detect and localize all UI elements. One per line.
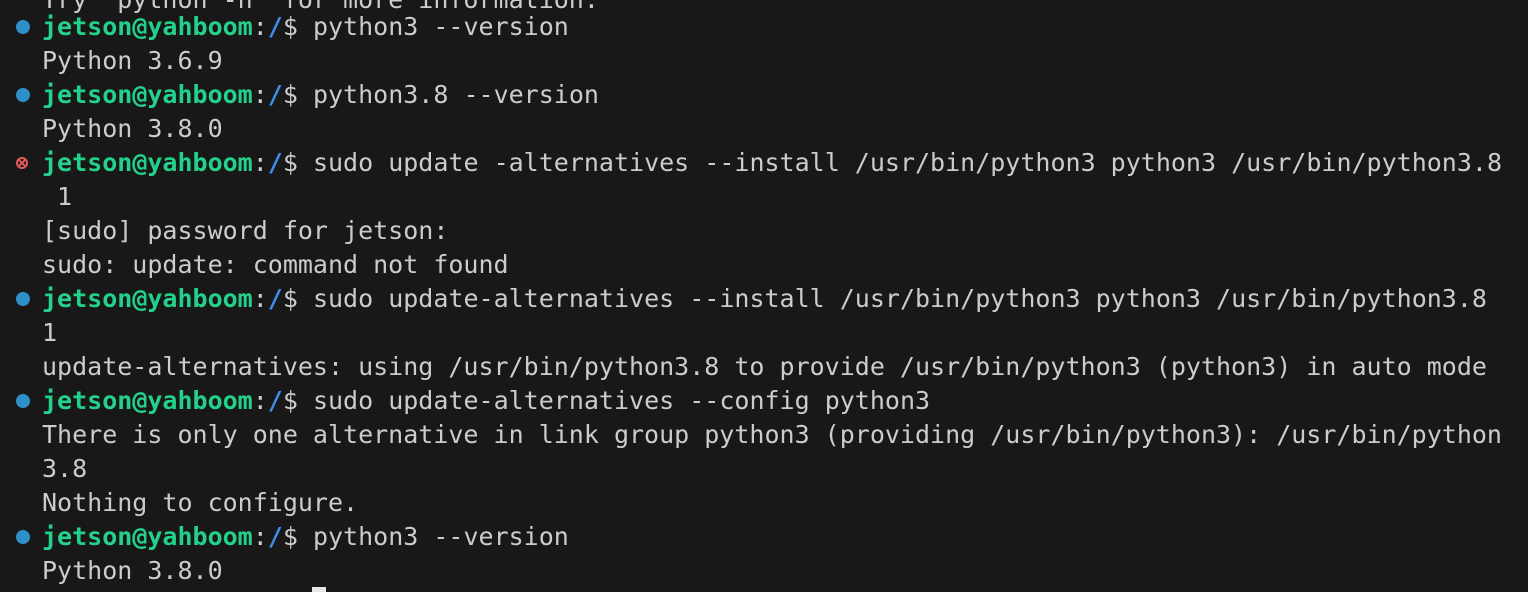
command-text: sudo update-alternatives --install /usr/… xyxy=(312,284,1487,313)
command-text: sudo update-alternatives --config python… xyxy=(312,386,931,415)
output-line: Python 3.8.0 xyxy=(42,556,223,585)
circle-filled-icon[interactable] xyxy=(16,292,30,306)
output-line: There is only one alternative in link gr… xyxy=(42,420,1502,449)
command-continuation: 1 xyxy=(42,318,58,347)
output-line: [sudo] password for jetson: xyxy=(42,216,449,245)
output-line: update-alternatives: using /usr/bin/pyth… xyxy=(42,352,1487,381)
output-line: Python 3.8.0 xyxy=(42,114,223,143)
circle-filled-icon[interactable] xyxy=(16,530,30,544)
command-line: jetson@yahboom:/$ python3.8 --version xyxy=(42,78,599,112)
command-text: sudo update -alternatives --install /usr… xyxy=(312,148,1503,177)
circle-filled-icon[interactable] xyxy=(16,20,30,34)
prompt-user-host: jetson@yahboom xyxy=(42,284,253,313)
prompt-separator: : xyxy=(252,148,268,177)
prompt-separator: : xyxy=(252,386,268,415)
circle-filled-icon[interactable] xyxy=(16,88,30,102)
prompt-path: / xyxy=(267,12,283,41)
prompt-user-host: jetson@yahboom xyxy=(42,522,253,551)
prompt-user-host: jetson@yahboom xyxy=(42,80,253,109)
prompt-user-host: jetson@yahboom xyxy=(42,148,253,177)
command-text: python3 --version xyxy=(312,522,569,551)
command-text: python3.8 --version xyxy=(312,80,599,109)
command-text: python3 --version xyxy=(312,12,569,41)
output-line: 3.8 xyxy=(42,454,88,483)
prompt-path: / xyxy=(267,148,283,177)
command-continuation: 1 xyxy=(42,182,73,211)
output-line: Nothing to configure. xyxy=(42,488,359,517)
prompt-path: / xyxy=(267,522,283,551)
prompt-path: / xyxy=(267,80,283,109)
prompt-symbol: $ xyxy=(282,12,313,41)
circle-filled-icon[interactable] xyxy=(16,394,30,408)
command-line: jetson@yahboom:/$ sudo update-alternativ… xyxy=(42,282,1487,316)
prompt-separator: : xyxy=(252,284,268,313)
prompt-symbol: $ xyxy=(282,522,313,551)
terminal-panel[interactable]: Try `python -h' for more information. je… xyxy=(0,0,1528,592)
prompt-symbol: $ xyxy=(282,80,313,109)
command-line: jetson@yahboom:/$ sudo update -alternati… xyxy=(42,146,1502,180)
prompt-user-host: jetson@yahboom xyxy=(42,386,253,415)
output-line: Python 3.6.9 xyxy=(42,46,223,75)
prompt-separator: : xyxy=(252,12,268,41)
output-line: sudo: update: command not found xyxy=(42,250,509,279)
prompt-separator: : xyxy=(252,522,268,551)
command-line: jetson@yahboom:/$ python3 --version xyxy=(42,10,569,44)
prompt-symbol: $ xyxy=(282,148,313,177)
prompt-symbol: $ xyxy=(282,284,313,313)
prompt-path: / xyxy=(267,386,283,415)
prompt-separator: : xyxy=(252,80,268,109)
prompt-symbol: $ xyxy=(282,386,313,415)
prompt-user-host: jetson@yahboom xyxy=(42,12,253,41)
circle-x-icon[interactable] xyxy=(16,157,28,169)
prompt-path: / xyxy=(267,284,283,313)
command-line: jetson@yahboom:/$ sudo update-alternativ… xyxy=(42,384,930,418)
terminal-cursor xyxy=(312,587,326,592)
command-line: jetson@yahboom:/$ python3 --version xyxy=(42,520,569,554)
